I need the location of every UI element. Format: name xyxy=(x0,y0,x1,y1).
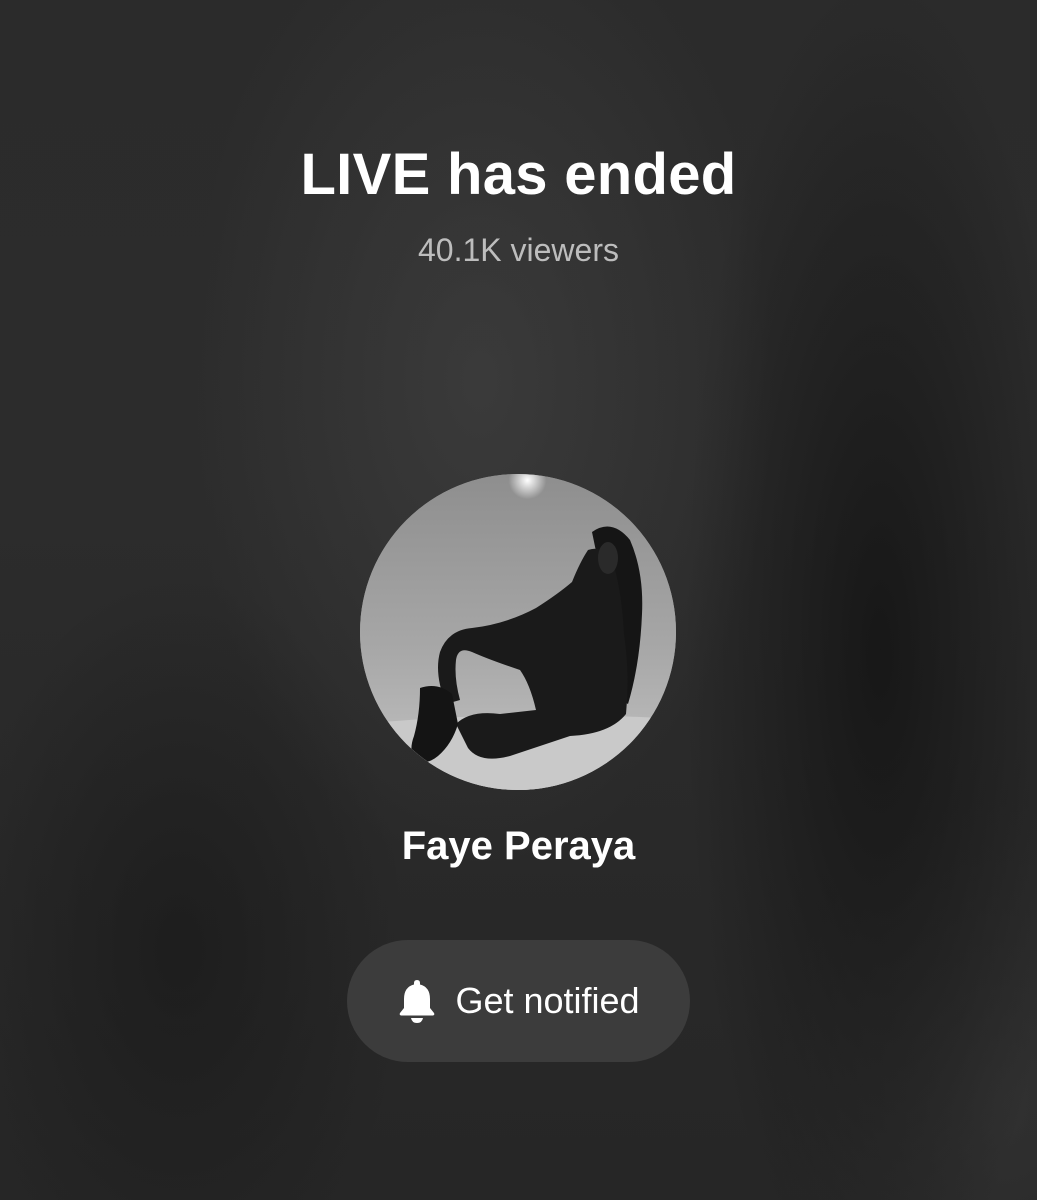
get-notified-button[interactable]: Get notified xyxy=(347,940,690,1062)
live-ended-title: LIVE has ended xyxy=(300,142,737,207)
get-notified-label: Get notified xyxy=(455,980,640,1021)
avatar-photo xyxy=(360,474,676,790)
profile-name[interactable]: Faye Peraya xyxy=(0,822,1037,870)
bell-icon xyxy=(400,980,435,1023)
viewer-count: 40.1K viewers xyxy=(418,232,619,268)
avatar[interactable] xyxy=(360,474,676,790)
